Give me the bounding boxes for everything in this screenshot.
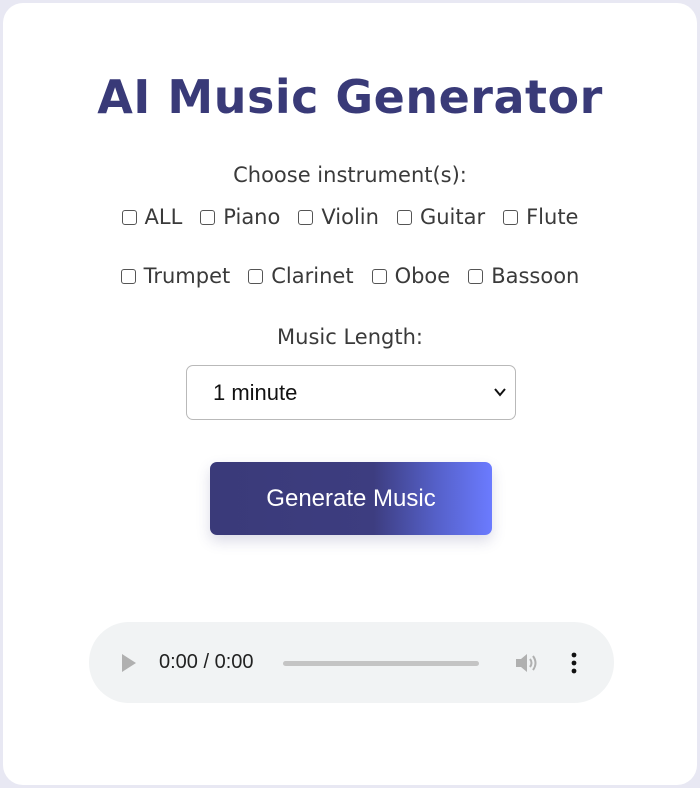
generate-music-button[interactable]: Generate Music [210, 462, 492, 535]
instrument-row-1: ALL Piano Violin Guitar Flute [0, 205, 700, 229]
checkbox-box[interactable] [298, 209, 314, 225]
progress-bar[interactable] [283, 661, 479, 666]
checkbox-box[interactable] [371, 268, 387, 284]
time-display: 0:00 / 0:00 [159, 651, 254, 673]
checkbox-flute[interactable]: Flute [503, 205, 578, 229]
checkbox-label: Trumpet [143, 264, 231, 288]
checkbox-piano[interactable]: Piano [200, 205, 280, 229]
checkbox-label: Violin [321, 205, 379, 229]
instrument-row-2: Trumpet Clarinet Oboe Bassoon [0, 264, 700, 288]
chevron-down-icon [494, 388, 506, 397]
selected-length: 1 minute [213, 380, 298, 405]
checkbox-label: Bassoon [491, 264, 580, 288]
checkbox-box[interactable] [200, 209, 216, 225]
checkbox-label: ALL [144, 205, 183, 229]
audio-player: 0:00 / 0:00 [89, 622, 614, 703]
music-length-label: Music Length: [277, 325, 423, 349]
checkbox-trumpet[interactable]: Trumpet [120, 264, 231, 288]
checkbox-all[interactable]: ALL [121, 205, 183, 229]
checkbox-violin[interactable]: Violin [298, 205, 379, 229]
checkbox-box[interactable] [468, 268, 484, 284]
page-title: AI Music Generator [97, 70, 603, 124]
music-length-select[interactable]: 1 minute [186, 365, 516, 420]
checkbox-label: Flute [526, 205, 579, 229]
checkbox-clarinet[interactable]: Clarinet [248, 264, 354, 288]
checkbox-box[interactable] [248, 268, 264, 284]
checkbox-label: Piano [223, 205, 281, 229]
more-options-icon[interactable] [568, 651, 580, 675]
checkbox-box[interactable] [121, 209, 137, 225]
checkbox-guitar[interactable]: Guitar [396, 205, 486, 229]
checkbox-box[interactable] [503, 209, 519, 225]
checkbox-box[interactable] [120, 268, 136, 284]
checkbox-label: Clarinet [271, 264, 354, 288]
checkbox-oboe[interactable]: Oboe [371, 264, 451, 288]
play-icon[interactable] [122, 654, 136, 672]
checkbox-box[interactable] [396, 209, 412, 225]
checkbox-label: Guitar [419, 205, 486, 229]
instrument-label: Choose instrument(s): [233, 163, 467, 187]
checkbox-bassoon[interactable]: Bassoon [468, 264, 579, 288]
checkbox-label: Oboe [394, 264, 451, 288]
volume-icon[interactable] [514, 651, 540, 675]
